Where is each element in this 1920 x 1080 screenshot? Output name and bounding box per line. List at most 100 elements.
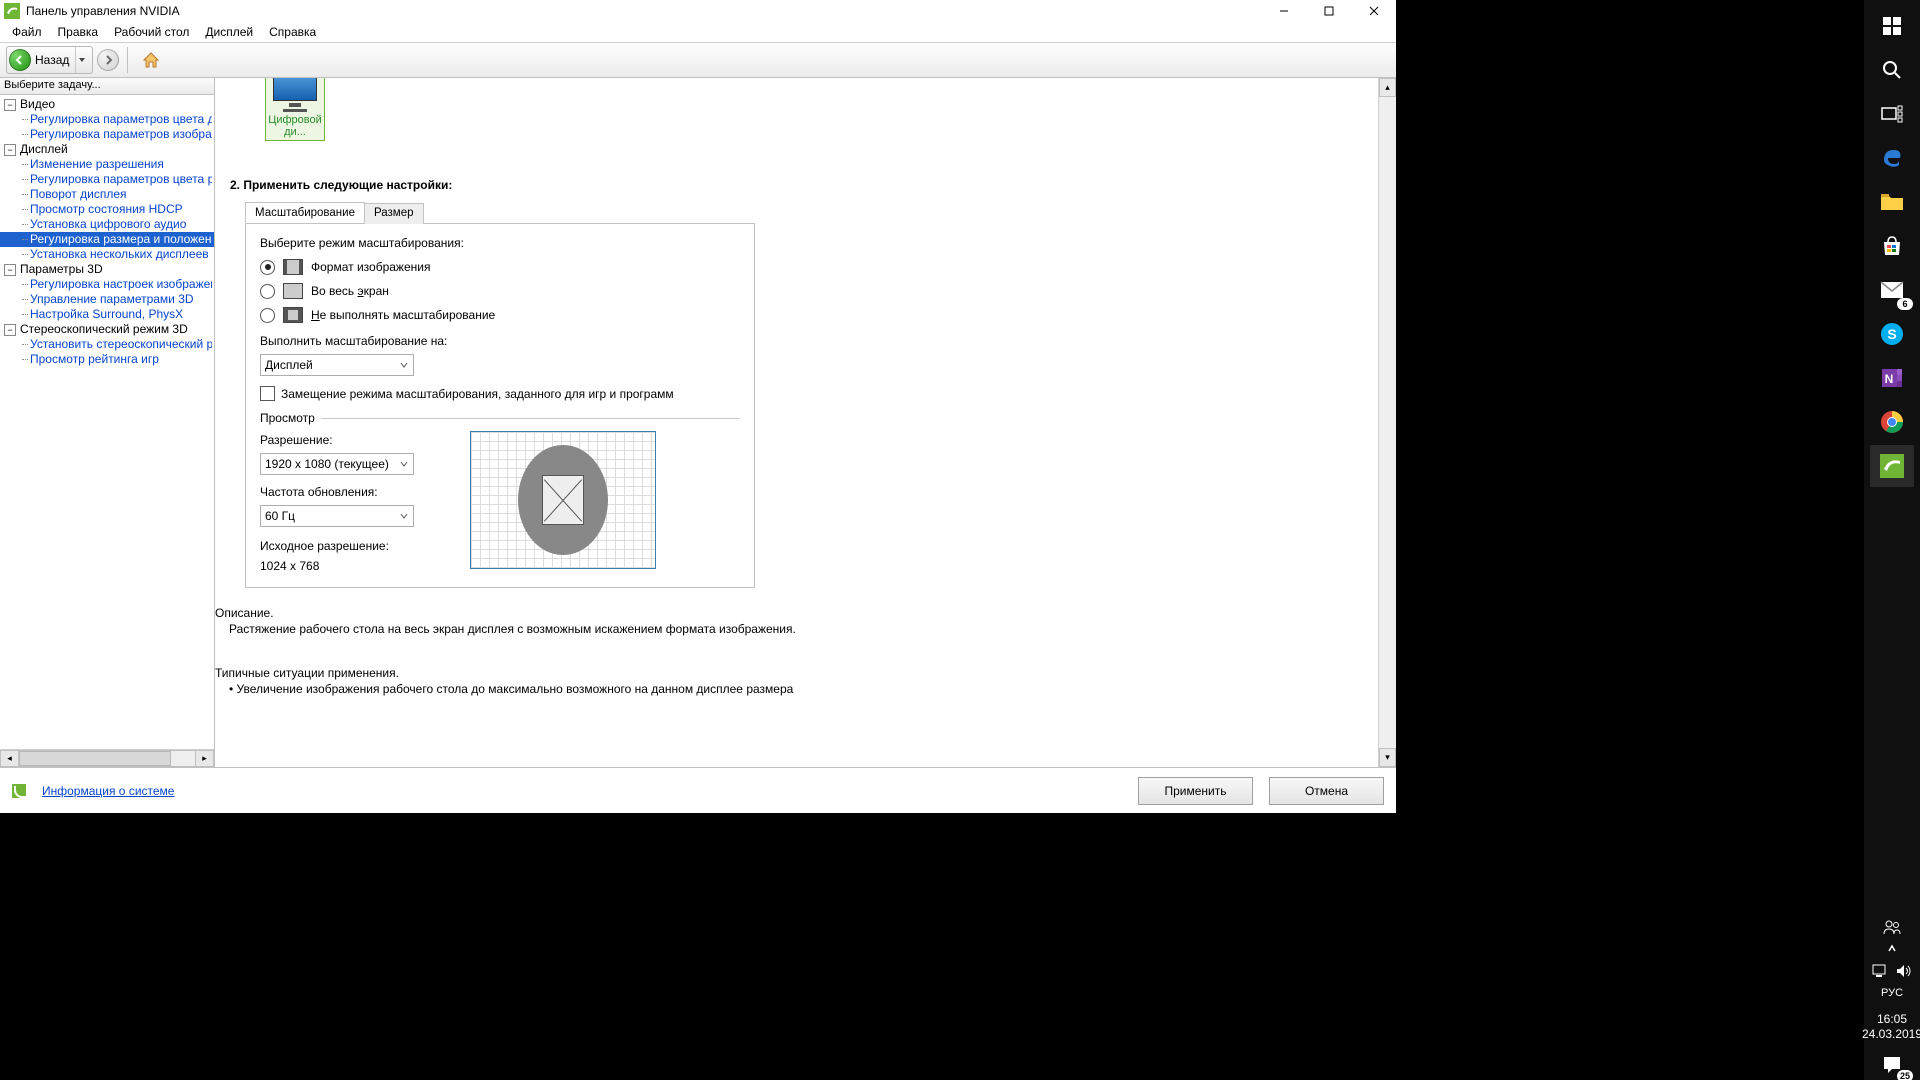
perform-on-label: Выполнить масштабирование на: <box>260 334 740 348</box>
tab-scaling[interactable]: Масштабирование <box>245 202 365 223</box>
radio-noscale-row[interactable]: Не выполнять масштабирование <box>260 304 740 326</box>
preview-header: Просмотр <box>260 411 740 425</box>
tree-cat-display[interactable]: −Дисплей <box>0 142 214 157</box>
toolbar-separator <box>127 47 128 73</box>
tree-item[interactable]: Установка нескольких дисплеев <box>0 247 214 262</box>
nav-toolbar: Назад <box>0 42 1396 78</box>
menu-desktop[interactable]: Рабочий стол <box>106 23 197 41</box>
usage-header: Типичные ситуации применения. <box>215 666 955 680</box>
edge-icon[interactable] <box>1870 137 1914 179</box>
nvidia-small-icon <box>12 784 26 798</box>
tree-item[interactable]: Управление параметрами 3D <box>0 292 214 307</box>
cancel-button[interactable]: Отмена <box>1269 777 1384 805</box>
tab-row: Масштабирование Размер <box>245 202 755 223</box>
tree-item[interactable]: Установить стереоскопический режим 3 <box>0 337 214 352</box>
start-button[interactable] <box>1870 5 1914 47</box>
tree-cat-video[interactable]: −Видео <box>0 97 214 112</box>
nvidia-taskbar-icon[interactable] <box>1870 445 1914 487</box>
close-button[interactable] <box>1351 0 1396 22</box>
tree-cat-3d[interactable]: −Параметры 3D <box>0 262 214 277</box>
tree-item[interactable]: Регулировка параметров цвета для вид <box>0 112 214 127</box>
collapse-icon[interactable]: − <box>4 144 16 156</box>
scroll-left-button[interactable]: ◂ <box>0 750 19 767</box>
resolution-combo[interactable]: 1920 x 1080 (текущее) <box>260 453 414 475</box>
scroll-track[interactable] <box>1379 97 1396 748</box>
apply-button[interactable]: Применить <box>1138 777 1253 805</box>
mail-badge: 6 <box>1897 298 1913 310</box>
collapse-icon[interactable]: − <box>4 324 16 336</box>
radio-aspect[interactable] <box>260 260 275 275</box>
menu-display[interactable]: Дисплей <box>197 23 261 41</box>
tree-item[interactable]: Регулировка настроек изображения с п <box>0 277 214 292</box>
windows-taskbar: 6 S N РУС 16:05 24.03.2019 <box>1864 0 1920 1080</box>
taskbar-clock[interactable]: 16:05 24.03.2019 <box>1862 1008 1920 1046</box>
back-button[interactable] <box>9 49 31 71</box>
search-icon[interactable] <box>1870 49 1914 91</box>
back-button-group: Назад <box>6 46 93 74</box>
home-button[interactable] <box>136 46 166 74</box>
menu-file[interactable]: Файл <box>4 23 50 41</box>
tree-item[interactable]: Настройка Surround, PhysX <box>0 307 214 322</box>
explorer-icon[interactable] <box>1870 181 1914 223</box>
chevron-down-icon <box>397 456 411 472</box>
tree-item[interactable]: Просмотр рейтинга игр <box>0 352 214 367</box>
maximize-button[interactable] <box>1306 0 1351 22</box>
scroll-down-button[interactable]: ▾ <box>1379 748 1396 767</box>
mail-icon[interactable]: 6 <box>1870 269 1914 311</box>
usage-text: • Увеличение изображения рабочего стола … <box>229 682 955 696</box>
forward-button[interactable] <box>97 49 119 71</box>
refresh-combo[interactable]: 60 Гц <box>260 505 414 527</box>
sidebar-hscrollbar[interactable]: ◂ ▸ <box>0 749 214 767</box>
scroll-up-button[interactable]: ▴ <box>1379 78 1396 97</box>
tree-item[interactable]: Поворот дисплея <box>0 187 214 202</box>
system-info-link[interactable]: Информация о системе <box>42 784 174 798</box>
perform-on-combo[interactable]: Дисплей <box>260 354 414 376</box>
task-view-icon[interactable] <box>1870 93 1914 135</box>
store-icon[interactable] <box>1870 225 1914 267</box>
tree-item-selected[interactable]: Регулировка размера и положения рабо <box>0 232 214 247</box>
people-icon[interactable] <box>1868 916 1916 938</box>
collapse-icon[interactable]: − <box>4 264 16 276</box>
tree-item[interactable]: Просмотр состояния HDCP <box>0 202 214 217</box>
description-text: Растяжение рабочего стола на весь экран … <box>229 622 955 636</box>
svg-text:N: N <box>1885 372 1894 386</box>
tree-cat-stereo[interactable]: −Стереоскопический режим 3D <box>0 322 214 337</box>
tree-item[interactable]: Установка цифрового аудио <box>0 217 214 232</box>
tray-overflow-icon[interactable] <box>1868 938 1916 960</box>
volume-icon[interactable] <box>1896 964 1912 978</box>
override-label: Замещение режима масштабирования, заданн… <box>281 387 674 401</box>
onenote-icon[interactable]: N <box>1870 357 1914 399</box>
scroll-right-button[interactable]: ▸ <box>195 750 214 767</box>
skype-icon[interactable]: S <box>1870 313 1914 355</box>
tree-item[interactable]: Регулировка параметров цвета рабочег <box>0 172 214 187</box>
radio-noscale[interactable] <box>260 308 275 323</box>
chrome-icon[interactable] <box>1870 401 1914 443</box>
menu-help[interactable]: Справка <box>261 23 324 41</box>
title-bar: Панель управления NVIDIA <box>0 0 1396 22</box>
resolution-label: Разрешение: <box>260 433 430 447</box>
scroll-track[interactable] <box>19 750 195 767</box>
network-icon[interactable] <box>1872 964 1888 978</box>
radio-fullscreen-row[interactable]: Во весь экран <box>260 280 740 302</box>
override-row[interactable]: Замещение режима масштабирования, заданн… <box>260 386 740 401</box>
tree-item[interactable]: Изменение разрешения <box>0 157 214 172</box>
action-center-icon[interactable]: 25 <box>1870 1047 1914 1080</box>
system-tray: РУС <box>1868 912 1916 1008</box>
menu-bar: Файл Правка Рабочий стол Дисплей Справка <box>0 22 1396 42</box>
language-indicator[interactable]: РУС <box>1868 982 1916 1004</box>
task-tree: −Видео Регулировка параметров цвета для … <box>0 95 214 749</box>
back-history-dropdown[interactable] <box>75 47 88 73</box>
scroll-thumb[interactable] <box>19 751 171 766</box>
tab-size[interactable]: Размер <box>364 203 424 224</box>
description-block: Описание. Растяжение рабочего стола на в… <box>215 606 955 706</box>
tree-item[interactable]: Регулировка параметров изображения <box>0 127 214 142</box>
display-thumbnail[interactable]: Цифровой ди... <box>265 78 325 141</box>
override-checkbox[interactable] <box>260 386 275 401</box>
minimize-button[interactable] <box>1261 0 1306 22</box>
collapse-icon[interactable]: − <box>4 99 16 111</box>
nvidia-control-panel-window: Панель управления NVIDIA Файл Правка Раб… <box>0 0 1397 813</box>
content-vscrollbar[interactable]: ▴ ▾ <box>1378 78 1396 767</box>
radio-aspect-row[interactable]: Формат изображения <box>260 256 740 278</box>
menu-edit[interactable]: Правка <box>50 23 107 41</box>
radio-fullscreen[interactable] <box>260 284 275 299</box>
